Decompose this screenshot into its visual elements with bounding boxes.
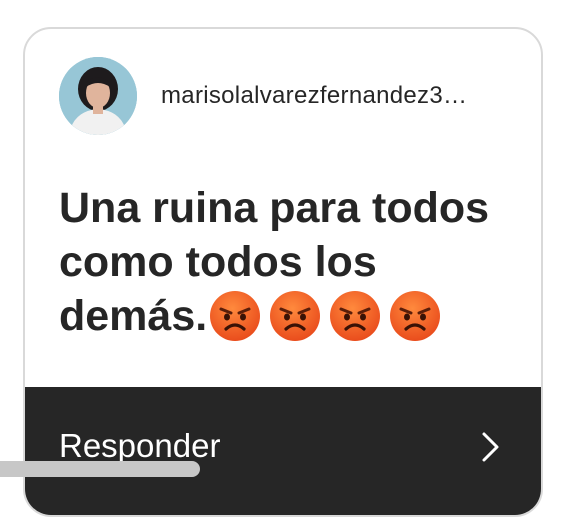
chevron-right-icon[interactable]: [481, 431, 501, 468]
angry-face-emoji-icon: [389, 290, 441, 355]
home-indicator[interactable]: [0, 461, 200, 477]
post-header: marisolalvarezfernandez3…: [59, 57, 467, 135]
angry-face-emoji-icon: [329, 290, 381, 355]
reaction-emojis: [207, 291, 441, 341]
reply-bar[interactable]: Responder: [25, 387, 541, 515]
username[interactable]: marisolalvarezfernandez3…: [161, 82, 467, 110]
story-reply-card: marisolalvarezfernandez3… Una ruina para…: [23, 27, 543, 517]
angry-face-emoji-icon: [209, 290, 261, 355]
reply-button-label[interactable]: Responder: [59, 427, 220, 465]
avatar[interactable]: [59, 57, 137, 135]
angry-face-emoji-icon: [269, 290, 321, 355]
message-text: Una ruina para todos como todos los demá…: [59, 181, 529, 355]
